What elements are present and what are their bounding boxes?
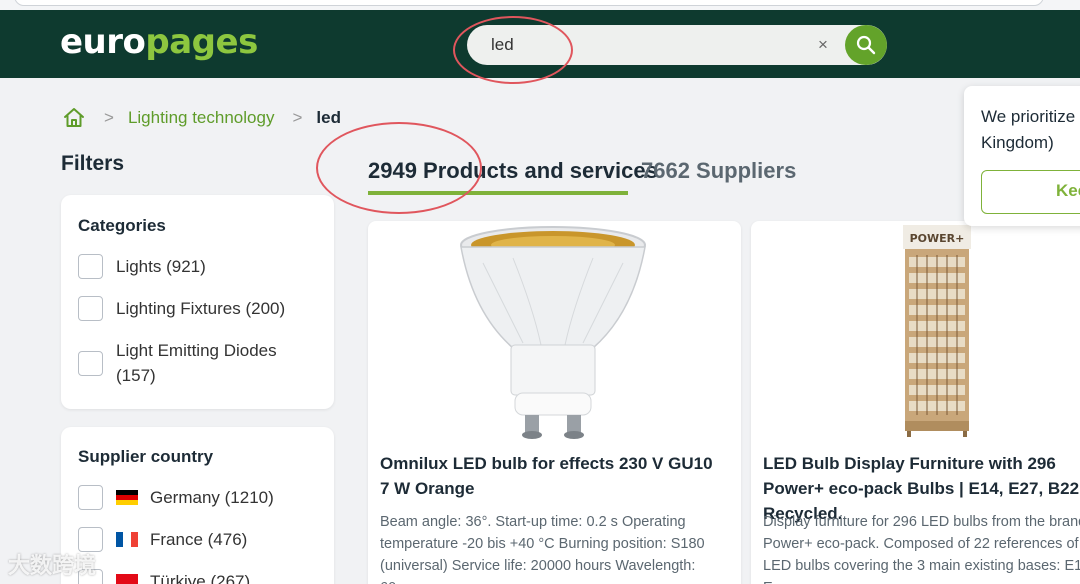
region-preference-popup: We prioritize (United Kingdom) Keep — [964, 86, 1080, 226]
breadcrumb-lighting-technology[interactable]: Lighting technology — [128, 108, 275, 128]
supplier-country-filter-card: Supplier country Germany (1210) France (… — [61, 427, 334, 584]
supplier-country-title: Supplier country — [78, 447, 214, 466]
tab-products-label: 2949 Products and services — [368, 158, 658, 183]
search-button[interactable] — [845, 25, 887, 65]
tab-suppliers-label: 7662 Suppliers — [641, 158, 797, 183]
product-description: Display furniture for 296 LED bulbs from… — [763, 514, 1080, 584]
logo-part-euro: euro — [60, 22, 146, 62]
tab-products-and-services[interactable]: 2949 Products and services — [368, 158, 658, 195]
category-option-light-emitting-diodes[interactable]: Light Emitting Diodes (157) — [78, 338, 298, 388]
product-card[interactable]: Omnilux LED bulb for effects 230 V GU10 … — [368, 221, 741, 584]
breadcrumb-current: led — [316, 108, 341, 127]
country-option-france[interactable]: France (476) — [78, 527, 247, 552]
country-option-turkey[interactable]: Türkiye (267) — [78, 569, 250, 584]
checkbox[interactable] — [78, 296, 103, 321]
germany-flag-icon — [116, 490, 138, 505]
browser-address-strip — [0, 0, 1080, 10]
checkbox[interactable] — [78, 254, 103, 279]
country-label: France (476) — [150, 530, 248, 549]
search-bar: × — [467, 25, 887, 65]
country-label: Türkiye (267) — [150, 572, 251, 584]
country-option-germany[interactable]: Germany (1210) — [78, 485, 274, 510]
keep-button[interactable]: Keep — [981, 170, 1080, 214]
chevron-right-icon: > — [292, 108, 303, 127]
categories-filter-card: Categories Lights (921) Lighting Fixture… — [61, 195, 334, 409]
france-flag-icon — [116, 532, 138, 547]
checkbox[interactable] — [78, 351, 103, 376]
logo-part-pages: pages — [145, 22, 258, 62]
filters-title: Filters — [61, 152, 125, 175]
country-label: Germany (1210) — [150, 488, 274, 507]
category-label: Light Emitting Diodes (157) — [116, 341, 277, 385]
europages-logo[interactable]: europages — [60, 22, 258, 62]
breadcrumb: > Lighting technology > led — [62, 104, 341, 132]
active-tab-underline — [368, 191, 628, 195]
site-header: europages × — [0, 10, 1080, 78]
led-bulb-image — [460, 226, 646, 439]
address-bar[interactable] — [14, 0, 1044, 6]
chevron-right-icon: > — [104, 108, 114, 127]
category-option-lighting-fixtures[interactable]: Lighting Fixtures (200) — [78, 296, 285, 321]
product-title[interactable]: Omnilux LED bulb for effects 230 V GU10 … — [380, 451, 720, 501]
tab-suppliers[interactable]: 7662 Suppliers — [641, 158, 796, 184]
categories-title: Categories — [78, 216, 166, 235]
home-icon[interactable] — [62, 106, 86, 130]
search-input[interactable] — [491, 33, 811, 57]
category-option-lights[interactable]: Lights (921) — [78, 254, 206, 279]
turkey-flag-icon — [116, 574, 138, 584]
clear-search-icon[interactable]: × — [813, 33, 833, 57]
product-card[interactable]: POWER+ LED Bulb Display Furniture with 2… — [751, 221, 1080, 584]
popup-message: We prioritize (United Kingdom) — [981, 107, 1080, 152]
search-icon — [856, 35, 876, 55]
category-label: Lighting Fixtures (200) — [116, 299, 286, 318]
category-label: Lights (921) — [116, 257, 206, 276]
checkbox[interactable] — [78, 485, 103, 510]
product-description: Beam angle: 36°. Start-up time: 0.2 s Op… — [380, 514, 705, 584]
display-furniture-image: POWER+ — [903, 225, 971, 437]
svg-text:POWER+: POWER+ — [910, 232, 965, 245]
watermark-logo: 大数跨境 — [8, 553, 97, 578]
